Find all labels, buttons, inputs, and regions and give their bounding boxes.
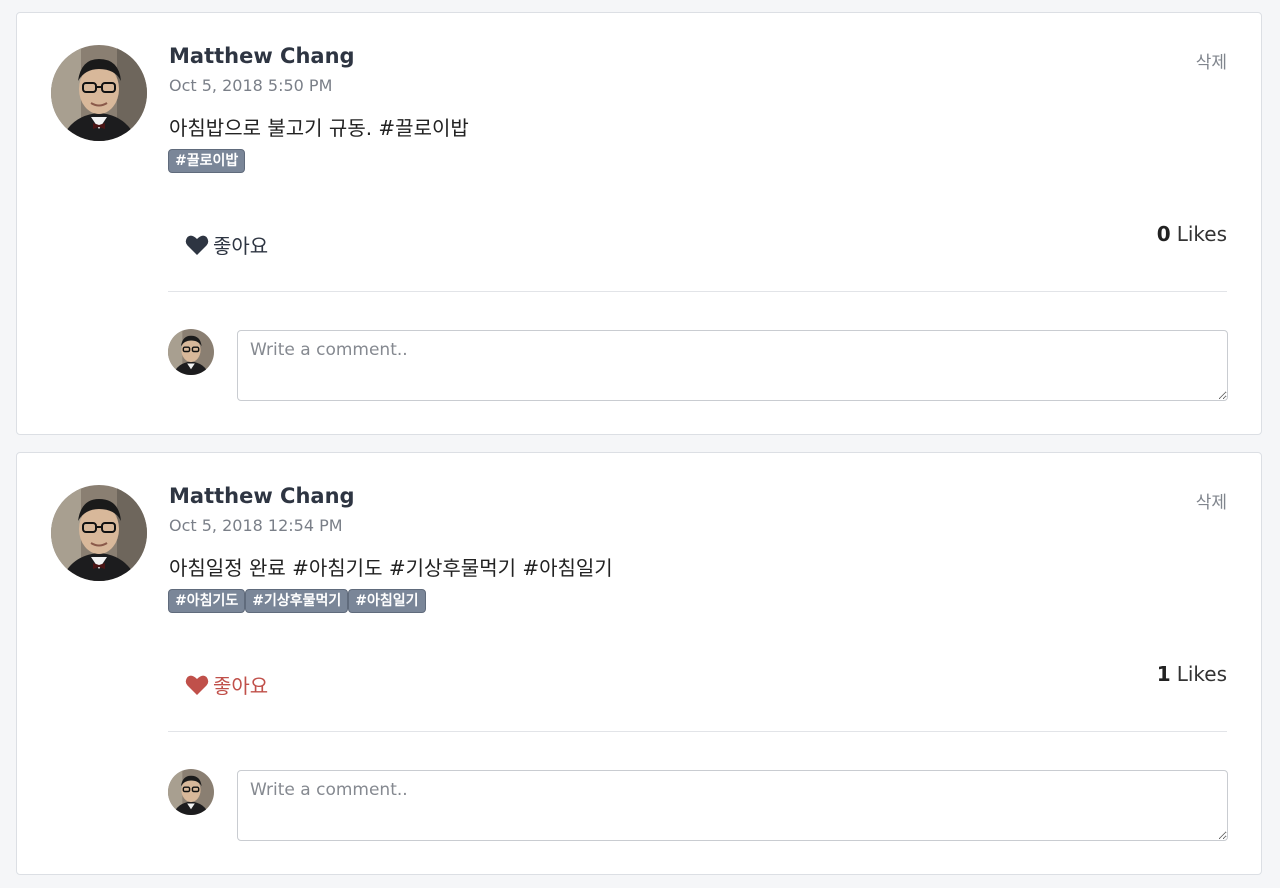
- likes-number: 0: [1156, 222, 1171, 246]
- author-name[interactable]: Matthew Chang: [169, 484, 355, 508]
- likes-count: 0 Likes: [1157, 222, 1227, 246]
- author-avatar[interactable]: [51, 485, 147, 581]
- post-card: Matthew Chang Oct 5, 2018 12:54 PM 삭제 아침…: [16, 452, 1262, 875]
- post-date: Oct 5, 2018 12:54 PM: [169, 516, 343, 535]
- post-date: Oct 5, 2018 5:50 PM: [169, 76, 333, 95]
- likes-number: 1: [1156, 662, 1171, 686]
- like-label: 좋아요: [213, 674, 269, 698]
- heart-icon: [185, 675, 209, 695]
- like-button[interactable]: 좋아요: [185, 230, 268, 259]
- like-button[interactable]: 좋아요: [185, 670, 268, 699]
- commenter-avatar: [168, 329, 214, 375]
- delete-button[interactable]: 삭제: [1196, 48, 1227, 73]
- likes-word: Likes: [1176, 222, 1227, 246]
- likes-count: 1 Likes: [1157, 662, 1227, 686]
- hashtag[interactable]: #아침일기: [348, 589, 426, 613]
- post-card: Matthew Chang Oct 5, 2018 5:50 PM 삭제 아침밥…: [16, 12, 1262, 435]
- author-avatar[interactable]: [51, 45, 147, 141]
- divider: [168, 731, 1227, 732]
- divider: [168, 291, 1227, 292]
- author-name[interactable]: Matthew Chang: [169, 44, 355, 68]
- delete-button[interactable]: 삭제: [1196, 488, 1227, 513]
- like-label: 좋아요: [213, 234, 269, 258]
- likes-word: Likes: [1176, 662, 1227, 686]
- tag-list: #끌로이밥: [168, 149, 246, 173]
- post-content: 아침밥으로 불고기 규동. #끌로이밥: [169, 116, 469, 140]
- hashtag[interactable]: #끌로이밥: [168, 149, 246, 173]
- tag-list: #아침기도 #기상후물먹기 #아침일기: [168, 589, 426, 613]
- post-content: 아침일정 완료 #아침기도 #기상후물먹기 #아침일기: [169, 556, 613, 580]
- commenter-avatar: [168, 769, 214, 815]
- hashtag[interactable]: #기상후물먹기: [245, 589, 349, 613]
- comment-input[interactable]: [237, 330, 1228, 401]
- comment-input[interactable]: [237, 770, 1228, 841]
- hashtag[interactable]: #아침기도: [168, 589, 246, 613]
- heart-icon: [185, 235, 209, 255]
